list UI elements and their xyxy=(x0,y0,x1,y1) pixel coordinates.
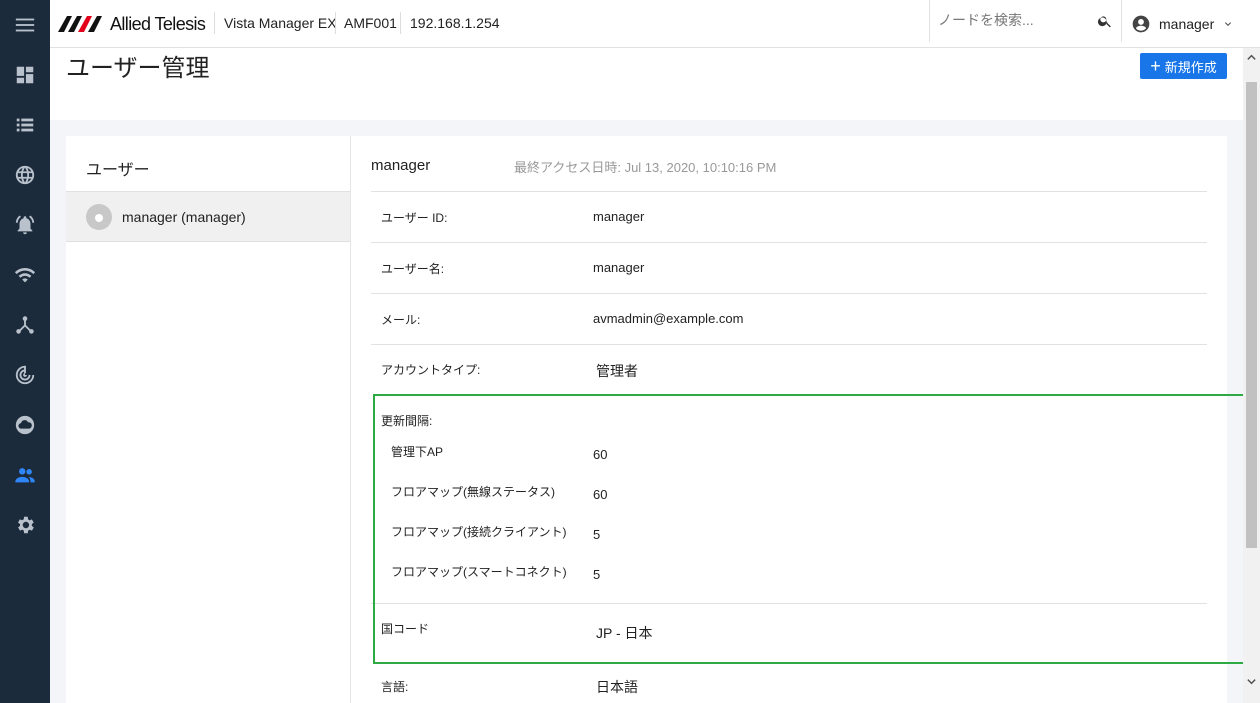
divider xyxy=(371,293,1207,294)
interval-label-floormap-smartconnect: フロアマップ(スマートコネクト) xyxy=(391,565,567,579)
node-ip: 192.168.1.254 xyxy=(410,15,500,31)
account-type-label: アカウントタイプ: xyxy=(381,363,481,377)
scroll-up-icon[interactable] xyxy=(1246,52,1257,63)
alarm-icon[interactable] xyxy=(0,200,50,250)
divider xyxy=(371,344,1207,345)
gear-icon[interactable] xyxy=(0,500,50,550)
node-search xyxy=(929,0,1122,42)
interval-value-managed-ap: 60 xyxy=(593,447,608,462)
radar-icon[interactable] xyxy=(0,350,50,400)
interval-value-floormap-clients: 5 xyxy=(593,527,601,542)
interval-label-floormap-wireless: フロアマップ(無線ステータス) xyxy=(391,485,555,499)
interval-value-floormap-smartconnect: 5 xyxy=(593,567,601,582)
user-list-item[interactable]: manager (manager) xyxy=(66,192,350,242)
scrollbar[interactable] xyxy=(1243,48,1260,703)
menu-icon[interactable] xyxy=(0,0,50,50)
separator xyxy=(214,12,215,34)
language-value: 日本語 xyxy=(596,679,638,695)
email-label: メール: xyxy=(381,313,421,327)
separator xyxy=(335,12,336,34)
separator xyxy=(400,12,401,34)
username-label: ユーザー名: xyxy=(381,262,445,276)
divider xyxy=(371,603,1207,604)
account-circle-icon xyxy=(1132,15,1150,33)
user-list-header: ユーザー xyxy=(86,162,150,179)
search-input[interactable] xyxy=(938,12,1088,28)
side-navigation xyxy=(0,0,50,703)
interval-label-managed-ap: 管理下AP xyxy=(391,445,444,459)
user-id-value: manager xyxy=(593,209,645,224)
new-button-label: 新規作成 xyxy=(1164,59,1217,75)
product-name: Vista Manager EX xyxy=(224,15,337,31)
dashboard-icon[interactable] xyxy=(0,50,50,100)
users-icon[interactable] xyxy=(0,450,50,500)
interval-value-floormap-wireless: 60 xyxy=(593,487,608,502)
topology-icon[interactable] xyxy=(0,300,50,350)
divider xyxy=(371,191,1207,192)
user-menu[interactable]: manager xyxy=(1131,12,1234,36)
avatar xyxy=(86,203,112,230)
user-name: manager xyxy=(1159,16,1215,32)
account-type-value: 管理者 xyxy=(596,363,638,379)
detail-user-name: manager xyxy=(371,157,431,174)
user-list-pane: ユーザー manager (manager) xyxy=(66,136,351,703)
scrollbar-thumb[interactable] xyxy=(1246,82,1257,548)
country-code-value: JP - 日本 xyxy=(596,625,653,641)
country-code-label: 国コード xyxy=(381,622,430,636)
wifi-icon[interactable] xyxy=(0,250,50,300)
allied-telesis-logo: Allied Telesis xyxy=(58,13,206,34)
email-value: avmadmin@example.com xyxy=(593,311,744,326)
scroll-down-icon[interactable] xyxy=(1246,676,1257,687)
globe-icon[interactable] xyxy=(0,150,50,200)
logo-mark-icon xyxy=(58,16,102,32)
list-icon[interactable] xyxy=(0,100,50,150)
divider xyxy=(371,242,1207,243)
language-label: 言語: xyxy=(381,680,409,694)
new-user-button[interactable]: + 新規作成 xyxy=(1140,53,1227,79)
user-list-item-label: manager (manager) xyxy=(122,208,246,225)
logo-text: Allied Telesis xyxy=(110,13,206,34)
interval-label-floormap-clients: フロアマップ(接続クライアント) xyxy=(391,525,567,539)
node-name[interactable]: AMF001 xyxy=(344,15,397,31)
chevron-down-icon xyxy=(1225,22,1232,26)
search-icon[interactable] xyxy=(1097,13,1113,29)
update-interval-label: 更新間隔: xyxy=(381,414,433,428)
plus-icon: + xyxy=(1150,56,1161,76)
username-value: manager xyxy=(593,260,645,275)
last-access-time: 最終アクセス日時: Jul 13, 2020, 10:10:16 PM xyxy=(514,160,777,175)
top-bar: Allied Telesis Vista Manager EX AMF001 1… xyxy=(50,0,1260,48)
user-id-label: ユーザー ID: xyxy=(381,211,448,225)
page-title: ユーザー管理 xyxy=(66,55,210,82)
cloud-icon[interactable] xyxy=(0,400,50,450)
